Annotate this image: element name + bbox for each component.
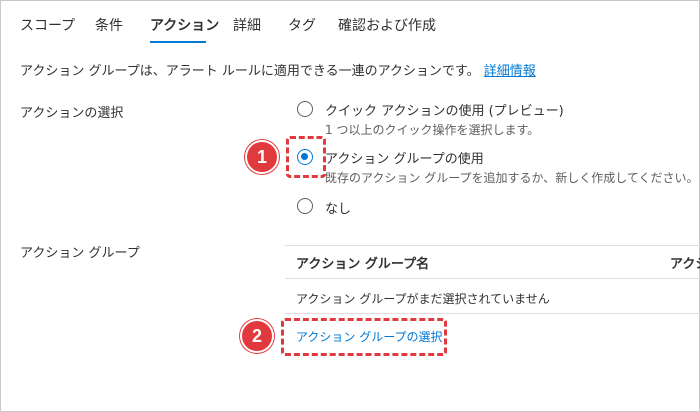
table-header-rule (285, 278, 700, 279)
column-header-actions: アクシ (670, 257, 700, 272)
action-group-label: アクション グループ (20, 246, 140, 261)
callout-1-highlight (286, 136, 326, 178)
learn-more-link[interactable]: 詳細情報 (484, 64, 536, 79)
tab-actions[interactable]: アクション (150, 15, 219, 35)
action-select-label: アクションの選択 (20, 106, 124, 121)
table-bottom-rule (285, 313, 700, 314)
description-text: アクション グループは、アラート ルールに適用できる一連のアクションです。 (20, 64, 480, 79)
callout-2-highlight (281, 318, 447, 356)
column-header-name: アクション グループ名 (296, 257, 430, 272)
action-group-option-title: アクション グループの使用 (325, 152, 484, 167)
description: アクション グループは、アラート ルールに適用できる一連のアクションです。 詳細… (20, 60, 536, 79)
tab-scope[interactable]: スコープ (20, 15, 75, 35)
quick-action-desc: 1 つ以上のクイック操作を選択します。 (325, 123, 540, 137)
tab-tags[interactable]: タグ (288, 15, 316, 35)
action-group-option-desc: 既存のアクション グループを追加するか、新しく作成してください。 (325, 171, 699, 185)
callout-1-badge: 1 (245, 140, 279, 174)
tab-review-create[interactable]: 確認および作成 (338, 15, 436, 35)
table-empty-message: アクション グループがまだ選択されていません (296, 292, 550, 306)
quick-action-title: クイック アクションの使用 (プレビュー) (325, 104, 564, 119)
active-tab-indicator (150, 41, 206, 43)
none-option-title: なし (325, 202, 352, 217)
tab-condition[interactable]: 条件 (95, 15, 123, 35)
table-top-rule (285, 245, 700, 246)
quick-action-radio[interactable] (297, 101, 313, 117)
none-radio[interactable] (297, 198, 313, 214)
callout-2-badge: 2 (240, 319, 274, 353)
tab-details[interactable]: 詳細 (233, 15, 261, 35)
